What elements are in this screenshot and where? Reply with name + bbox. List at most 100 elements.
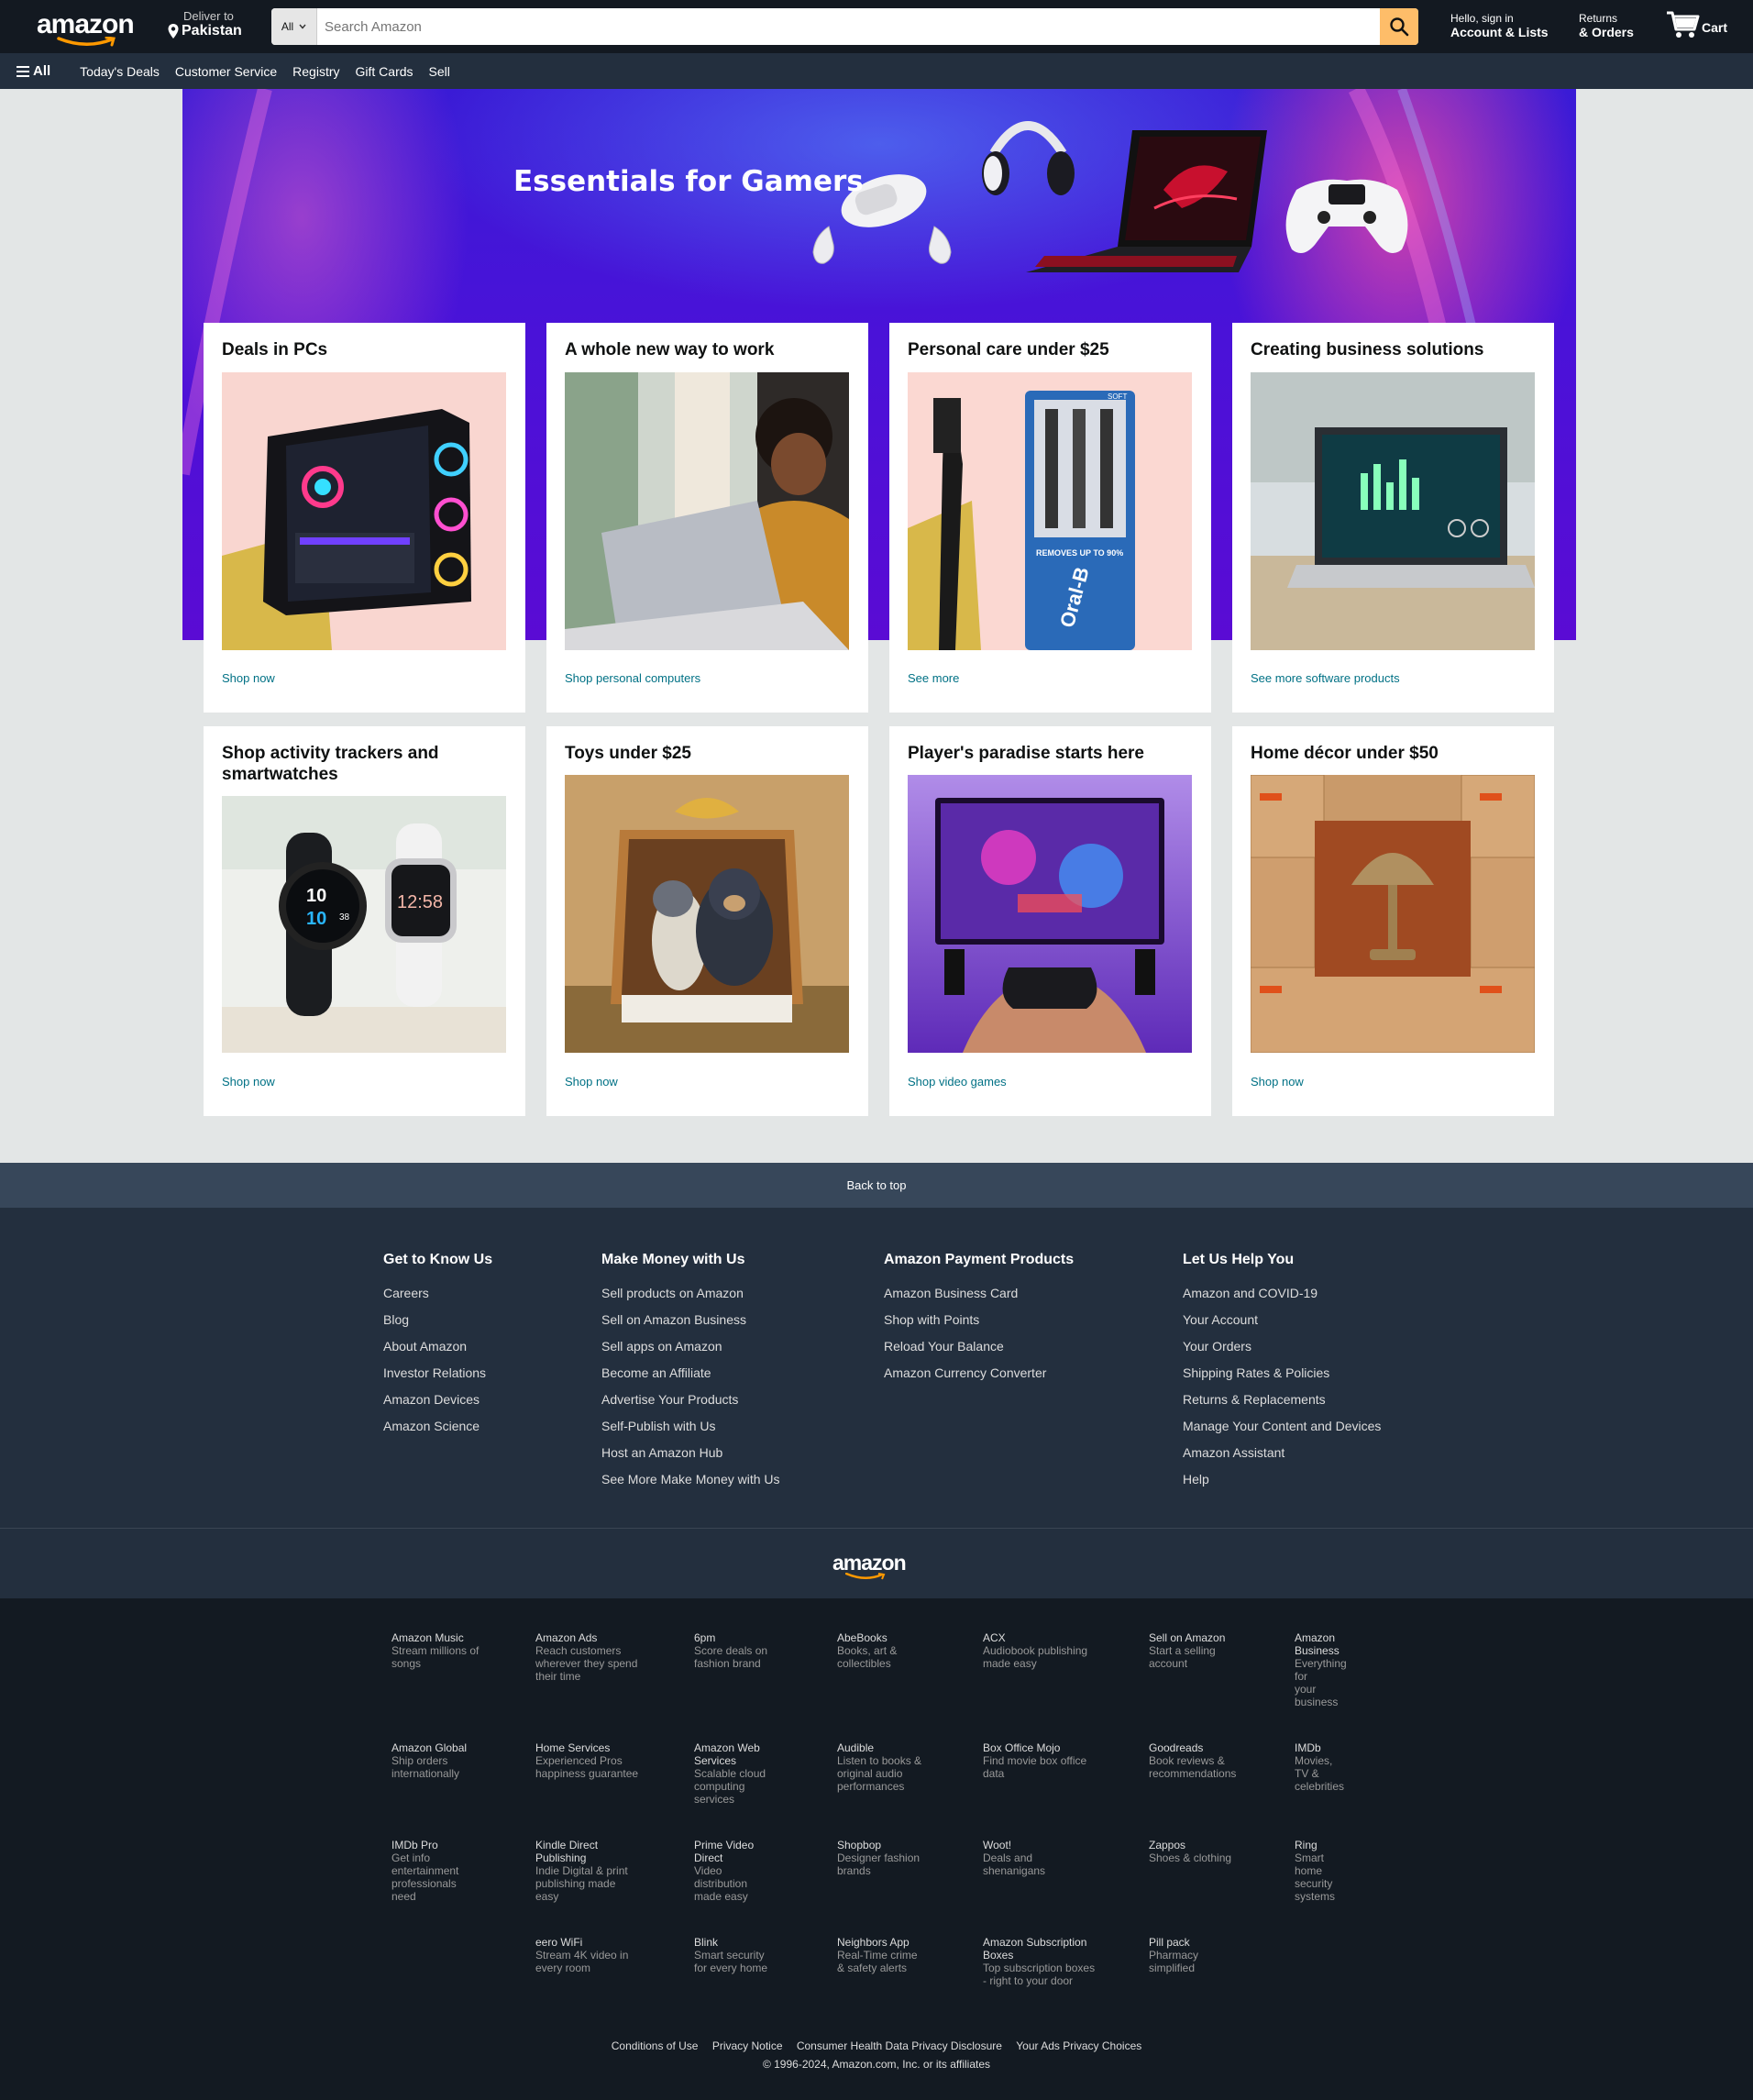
service-item[interactable]: Amazon Web Services Scalable cloud comput… xyxy=(694,1741,772,1806)
footer-link[interactable]: About Amazon xyxy=(383,1333,492,1360)
footer-link[interactable]: Host an Amazon Hub xyxy=(601,1440,780,1466)
plush-toys-image[interactable] xyxy=(565,775,849,1053)
gaming-pc-image[interactable] xyxy=(222,372,506,650)
service-item[interactable]: Pill pack Pharmacy simplified xyxy=(1149,1936,1240,1974)
footer-link[interactable]: Careers xyxy=(383,1280,492,1307)
woman-laptop-image[interactable] xyxy=(565,372,849,650)
footer-link[interactable]: Become an Affiliate xyxy=(601,1360,780,1387)
service-item[interactable]: Zappos Shoes & clothing xyxy=(1149,1839,1240,1864)
service-item[interactable]: Amazon Subscription Boxes Top subscriptio… xyxy=(983,1936,1097,1987)
card-title[interactable]: Toys under $25 xyxy=(565,743,850,764)
service-item[interactable]: Blink Smart security for every home xyxy=(694,1936,772,1974)
service-item[interactable]: AbeBooks Books, art & collectibles xyxy=(837,1631,924,1670)
card-link[interactable]: See more xyxy=(908,671,959,685)
footer-link[interactable]: Manage Your Content and Devices xyxy=(1183,1413,1381,1440)
service-item[interactable]: Ring Smart home security systems xyxy=(1295,1839,1335,1903)
footer-link[interactable]: Reload Your Balance xyxy=(884,1333,1074,1360)
footer-link[interactable]: Investor Relations xyxy=(383,1360,492,1387)
service-item[interactable]: Box Office Mojo Find movie box office dat… xyxy=(983,1741,1097,1780)
search-button[interactable] xyxy=(1380,8,1418,45)
card-link[interactable]: Shop now xyxy=(222,671,275,685)
service-item[interactable]: IMDb Pro Get info entertainment professio… xyxy=(391,1839,483,1903)
footer-link[interactable]: Sell apps on Amazon xyxy=(601,1333,780,1360)
hamburger-icon xyxy=(17,65,29,77)
amazon-logo[interactable]: amazon xyxy=(37,9,135,47)
returns-orders[interactable]: Returns & Orders xyxy=(1579,12,1634,39)
service-item[interactable]: Home Services Experienced Pros happiness … xyxy=(535,1741,641,1780)
nav-todays-deals[interactable]: Today's Deals xyxy=(80,64,160,79)
deliver-label: Deliver to xyxy=(183,9,234,23)
card-title[interactable]: Deals in PCs xyxy=(222,339,507,360)
search-category-dropdown[interactable]: All xyxy=(271,8,317,45)
nav-sell[interactable]: Sell xyxy=(429,64,450,79)
card-link[interactable]: Shop now xyxy=(222,1075,275,1089)
footer-link[interactable]: See More Make Money with Us xyxy=(601,1466,780,1493)
footer-link[interactable]: Amazon Science xyxy=(383,1413,492,1440)
nav-gift-cards[interactable]: Gift Cards xyxy=(356,64,413,79)
service-item[interactable]: Kindle Direct Publishing Indie Digital & … xyxy=(535,1839,641,1903)
footer-link[interactable]: Amazon Assistant xyxy=(1183,1440,1381,1466)
service-item[interactable]: ACX Audiobook publishing made easy xyxy=(983,1631,1097,1670)
nav-registry[interactable]: Registry xyxy=(292,64,339,79)
card-title[interactable]: Creating business solutions xyxy=(1251,339,1536,360)
deliver-to[interactable]: Deliver to Pakistan xyxy=(167,9,242,39)
service-title: Goodreads xyxy=(1149,1741,1204,1754)
card-link[interactable]: Shop now xyxy=(1251,1075,1304,1089)
service-item[interactable]: Amazon Business Everything for your busin… xyxy=(1295,1631,1347,1708)
service-item[interactable]: Audible Listen to books & original audio … xyxy=(837,1741,924,1793)
footer-link[interactable]: Your Orders xyxy=(1183,1333,1381,1360)
cart-button[interactable]: Cart xyxy=(1665,9,1727,40)
footer-link[interactable]: Self-Publish with Us xyxy=(601,1413,780,1440)
account-label: Account & Lists xyxy=(1450,25,1549,39)
all-menu-button[interactable]: All xyxy=(17,63,50,79)
service-item[interactable]: Amazon Music Stream millions of songs xyxy=(391,1631,483,1670)
card-link[interactable]: Shop video games xyxy=(908,1075,1007,1089)
legal-link[interactable]: Your Ads Privacy Choices xyxy=(1016,2039,1141,2052)
service-item[interactable]: Goodreads Book reviews & recommendations xyxy=(1149,1741,1240,1780)
laptop-dashboard-image[interactable] xyxy=(1251,372,1535,650)
footer-link[interactable]: Amazon Currency Converter xyxy=(884,1360,1074,1387)
service-item[interactable]: 6pm Score deals on fashion brand xyxy=(694,1631,772,1670)
footer-link[interactable]: Shipping Rates & Policies xyxy=(1183,1360,1381,1387)
lamp-boxes-image[interactable] xyxy=(1251,775,1535,1053)
legal-link[interactable]: Conditions of Use xyxy=(612,2039,699,2052)
footer-link[interactable]: Sell products on Amazon xyxy=(601,1280,780,1307)
service-item[interactable]: Woot! Deals and shenanigans xyxy=(983,1839,1097,1877)
service-item[interactable]: Amazon Global Ship orders internationally xyxy=(391,1741,483,1780)
back-to-top[interactable]: Back to top xyxy=(0,1163,1753,1208)
service-item[interactable]: Shopbop Designer fashion brands xyxy=(837,1839,924,1877)
footer-link[interactable]: Amazon Devices xyxy=(383,1387,492,1413)
footer-link[interactable]: Your Account xyxy=(1183,1307,1381,1333)
smartwatches-image[interactable]: 10 10 38 12:58 xyxy=(222,796,506,1053)
footer-link[interactable]: Amazon Business Card xyxy=(884,1280,1074,1307)
footer-link[interactable]: Sell on Amazon Business xyxy=(601,1307,780,1333)
card-link[interactable]: Shop now xyxy=(565,1075,618,1089)
service-item[interactable]: eero WiFi Stream 4K video in every room xyxy=(535,1936,641,1974)
footer-link[interactable]: Shop with Points xyxy=(884,1307,1074,1333)
card-link[interactable]: See more software products xyxy=(1251,671,1400,685)
account-lists[interactable]: Hello, sign in Account & Lists xyxy=(1450,12,1549,39)
service-item[interactable]: Neighbors App Real-Time crime & safety al… xyxy=(837,1936,924,1974)
service-item[interactable]: IMDb Movies, TV & celebrities xyxy=(1295,1741,1344,1793)
footer-logo[interactable]: amazon xyxy=(832,1551,907,1575)
video-game-image[interactable] xyxy=(908,775,1192,1053)
footer-link[interactable]: Help xyxy=(1183,1466,1381,1493)
legal-link[interactable]: Privacy Notice xyxy=(712,2039,783,2052)
service-item[interactable]: Sell on Amazon Start a selling account xyxy=(1149,1631,1240,1670)
footer-link[interactable]: Returns & Replacements xyxy=(1183,1387,1381,1413)
card-title[interactable]: Personal care under $25 xyxy=(908,339,1193,360)
footer-link[interactable]: Amazon and COVID-19 xyxy=(1183,1280,1381,1307)
card-title[interactable]: A whole new way to work xyxy=(565,339,850,360)
nav-customer-service[interactable]: Customer Service xyxy=(175,64,277,79)
legal-link[interactable]: Consumer Health Data Privacy Disclosure xyxy=(797,2039,1002,2052)
service-item[interactable]: Amazon Ads Reach customers wherever they … xyxy=(535,1631,641,1683)
card-title[interactable]: Home décor under $50 xyxy=(1251,743,1536,764)
card-title[interactable]: Player's paradise starts here xyxy=(908,743,1193,764)
search-input[interactable] xyxy=(317,8,1380,45)
service-item[interactable]: Prime Video Direct Video distribution mad… xyxy=(694,1839,772,1903)
card-title[interactable]: Shop activity trackers and smartwatches xyxy=(222,743,507,785)
card-link[interactable]: Shop personal computers xyxy=(565,671,700,685)
footer-link[interactable]: Advertise Your Products xyxy=(601,1387,780,1413)
toothbrush-image[interactable]: SOFT REMOVES UP TO 90% Oral-B xyxy=(908,372,1192,650)
footer-link[interactable]: Blog xyxy=(383,1307,492,1333)
